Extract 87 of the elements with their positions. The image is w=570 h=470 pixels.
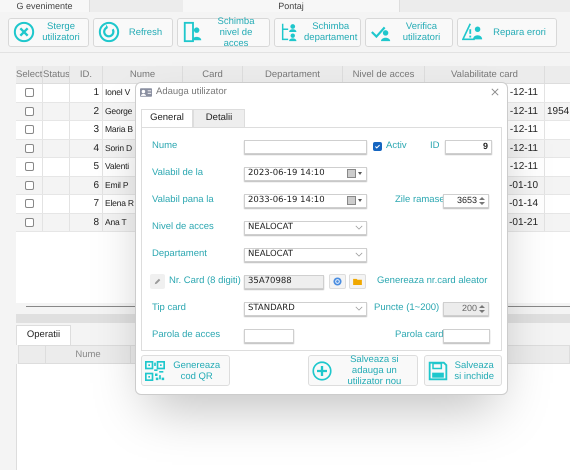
tab[interactable]: G evenimente xyxy=(0,0,90,12)
checkbox[interactable] xyxy=(24,88,34,98)
checkbox[interactable] xyxy=(373,142,382,151)
date-field[interactable]: 2023-06-19 14:10 xyxy=(244,166,367,180)
checkbox[interactable] xyxy=(24,125,34,134)
input-field[interactable]: 35A70988 xyxy=(244,274,324,288)
password-field[interactable] xyxy=(244,328,294,342)
column-header: ID. xyxy=(70,66,103,83)
field-label: Tip card xyxy=(152,301,187,316)
tab[interactable]: Operatii xyxy=(16,325,71,345)
checkbox[interactable] xyxy=(24,180,34,190)
caret-icon xyxy=(355,306,363,311)
door-person-icon xyxy=(182,21,204,43)
table-cell-text: -12-11 xyxy=(510,104,538,119)
field-label: Parola card xyxy=(395,328,443,342)
calendar-icon xyxy=(347,169,363,178)
checkbox[interactable] xyxy=(24,106,34,116)
checkbox[interactable] xyxy=(24,199,34,208)
table-cell: Maria B xyxy=(105,123,133,136)
field-label: Valabil de la xyxy=(152,166,204,180)
table-cell: George xyxy=(105,104,132,118)
dropdown[interactable]: NEALOCAT xyxy=(244,248,367,262)
table-cell-text: 3 xyxy=(93,123,99,138)
field-label: Activ xyxy=(386,139,408,154)
table-cell-text: 7 xyxy=(93,197,99,212)
window-title: Adauga utilizator xyxy=(156,84,228,99)
column-header: Select xyxy=(16,66,43,83)
table-cell-text: 6 xyxy=(93,178,99,193)
table-cell-text: -12-11 xyxy=(510,86,538,100)
close-icon[interactable] xyxy=(491,88,499,96)
table-cell: Valenti xyxy=(105,160,129,174)
date-field[interactable]: 2033-06-19 14:10 xyxy=(244,194,367,208)
checkbox[interactable] xyxy=(24,144,34,153)
refresh-button[interactable] xyxy=(329,274,346,289)
table-cell-text: 4 xyxy=(93,142,99,156)
table-cell-text: -01-10 xyxy=(509,178,538,193)
field-label: Departament xyxy=(152,247,208,262)
warning-person-icon xyxy=(462,21,484,43)
dropdown[interactable]: STANDARD xyxy=(244,302,367,316)
field-label: Nume xyxy=(152,139,178,154)
field-label: Zile ramase xyxy=(395,193,443,208)
number-field[interactable]: 3653 xyxy=(443,194,489,208)
dropdown[interactable]: NEALOCAT xyxy=(244,220,367,234)
table-cell: Sorin D xyxy=(105,142,132,155)
table-cell-text: -12-11 xyxy=(510,160,538,174)
checkbox[interactable] xyxy=(24,162,34,172)
table-cell-text: 8 xyxy=(93,216,99,230)
edit-button[interactable] xyxy=(150,274,165,289)
checkbox[interactable] xyxy=(24,218,34,227)
table-cell-text: 5 xyxy=(93,160,99,174)
plus-circle-icon xyxy=(312,360,332,380)
pencil-icon xyxy=(154,278,161,285)
table-cell: Emil P xyxy=(105,178,128,192)
spinner-arrows-icon[interactable] xyxy=(479,196,485,206)
table-cell-text: 2 xyxy=(93,104,99,119)
x-circle-icon xyxy=(13,21,35,43)
caret-icon xyxy=(355,225,363,230)
id-card-icon xyxy=(140,88,152,96)
tab[interactable]: Detalii xyxy=(193,109,245,127)
tab[interactable]: Pontaj xyxy=(183,0,400,12)
caret-icon xyxy=(355,252,363,257)
password-field[interactable] xyxy=(443,328,490,342)
table-cell: Ionel V xyxy=(105,86,130,100)
column-header: Nume xyxy=(46,346,131,363)
field-label: ID xyxy=(430,139,440,154)
table-cell-text: -01-14 xyxy=(509,197,538,212)
field-label: Valabil pana la xyxy=(152,193,215,208)
table-cell-text: -12-11 xyxy=(510,123,538,138)
input-field[interactable] xyxy=(244,140,367,154)
tab[interactable]: General xyxy=(141,109,193,127)
table-cell-text: 1 xyxy=(93,86,99,100)
qr-code-icon xyxy=(145,360,165,380)
table-cell-text: -12-11 xyxy=(510,142,538,156)
input-field[interactable]: 9 xyxy=(445,140,492,154)
refresh-icon xyxy=(98,21,120,43)
field-label: Parola de acces xyxy=(152,328,222,342)
folder-icon xyxy=(353,278,362,285)
table-cell-text: -01-21 xyxy=(509,216,538,230)
refresh-icon xyxy=(333,277,342,286)
calendar-icon xyxy=(347,196,363,205)
table-cell: Elena R xyxy=(105,197,134,210)
table-cell: Ana T xyxy=(105,216,127,229)
folder-button[interactable] xyxy=(349,274,366,289)
field-label: Puncte (1~200) xyxy=(374,301,440,316)
field-label: Nr. Card (8 digiti) xyxy=(169,274,242,288)
field-label: Nivel de acces xyxy=(152,220,215,234)
table-cell-text: 1954 xyxy=(547,104,570,119)
